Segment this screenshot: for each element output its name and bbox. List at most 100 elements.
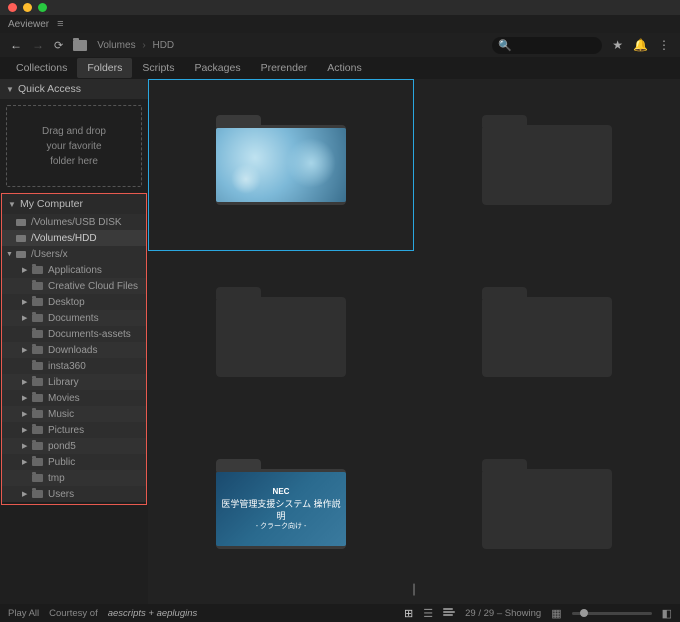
courtesy-label: Courtesy of	[49, 608, 98, 619]
volume-item-usb[interactable]: /Volumes/USB DISK	[2, 214, 146, 230]
folder-label: Applications	[48, 265, 102, 276]
folder-thumbnail: NEC 医学管理支援システム 操作説明 - クラーク向け -	[216, 472, 346, 546]
app-menu-button[interactable]: ≡	[57, 18, 63, 30]
user-root-label: /Users/x	[31, 249, 68, 260]
drop-line1: Drag and drop	[42, 124, 106, 139]
item-counter: 29 / 29 – Showing	[465, 608, 541, 619]
content-area: NEC 医学管理支援システム 操作説明 - クラーク向け - ┃	[148, 79, 680, 604]
folder-item-selected[interactable]	[148, 79, 414, 251]
brand-link[interactable]: aescripts + aeplugins	[108, 608, 198, 619]
folder-label: Music	[48, 409, 74, 420]
zoom-slider[interactable]	[572, 612, 652, 615]
sidebar-folder-item[interactable]: Pictures	[2, 422, 146, 438]
my-computer-label: My Computer	[20, 198, 83, 210]
sidebar-folder-item[interactable]: tmp	[2, 470, 146, 486]
maximize-window-button[interactable]	[38, 3, 47, 12]
chevron-right-icon	[22, 346, 30, 354]
folder-thumbnail	[216, 128, 346, 202]
sidebar-folder-item[interactable]: Public	[2, 454, 146, 470]
refresh-button[interactable]: ⟳	[54, 39, 63, 52]
folder-item[interactable]	[414, 251, 680, 423]
play-all-button[interactable]: Play All	[8, 608, 39, 619]
folder-icon-large	[482, 125, 612, 205]
user-root[interactable]: /Users/x	[2, 246, 146, 262]
folder-label: Users	[48, 489, 74, 500]
sidebar-folder-item[interactable]: Users	[2, 486, 146, 502]
folder-icon	[32, 378, 43, 386]
chevron-right-icon	[22, 266, 30, 274]
forward-button[interactable]: →	[32, 38, 44, 52]
minimize-window-button[interactable]	[23, 3, 32, 12]
my-computer-header[interactable]: My Computer	[2, 194, 146, 214]
drop-zone[interactable]: Drag and drop your favorite folder here	[6, 105, 142, 187]
volume-item-hdd[interactable]: /Volumes/HDD	[2, 230, 146, 246]
folder-icon	[32, 458, 43, 466]
layers-icon[interactable]	[443, 608, 455, 618]
sidebar-folder-item[interactable]: Desktop	[2, 294, 146, 310]
drop-line3: folder here	[50, 154, 98, 169]
search-input[interactable]: 🔍	[492, 37, 602, 54]
breadcrumb[interactable]: Volumes › HDD	[97, 40, 174, 51]
tab-collections[interactable]: Collections	[6, 58, 77, 78]
folder-label: tmp	[48, 473, 65, 484]
folder-icon	[32, 490, 43, 498]
folder-item[interactable]	[414, 423, 680, 595]
folder-icon-large	[216, 297, 346, 377]
quick-access-header[interactable]: Quick Access	[0, 79, 148, 99]
folder-icon	[32, 330, 43, 338]
favorite-icon[interactable]: ★	[612, 38, 623, 52]
layout-toggle[interactable]: ◧	[662, 607, 672, 620]
folder-label: Downloads	[48, 345, 97, 356]
folder-label: Library	[48, 377, 79, 388]
sidebar-folder-item[interactable]: Music	[2, 406, 146, 422]
grid-size-icon: ▦	[551, 607, 561, 620]
folder-icon	[32, 410, 43, 418]
close-window-button[interactable]	[8, 3, 17, 12]
sidebar-folder-item[interactable]: pond5	[2, 438, 146, 454]
sidebar-folder-item[interactable]: Creative Cloud Files	[2, 278, 146, 294]
view-grid-button[interactable]: ⊞	[404, 607, 413, 620]
folder-icon	[32, 346, 43, 354]
folder-label: insta360	[48, 361, 86, 372]
sidebar-folder-item[interactable]: insta360	[2, 358, 146, 374]
folder-icon	[32, 266, 43, 274]
folder-label: Movies	[48, 393, 80, 404]
sidebar-folder-item[interactable]: Downloads	[2, 342, 146, 358]
chevron-right-icon	[22, 378, 30, 386]
chevron-down-icon	[8, 200, 16, 209]
drive-icon	[16, 219, 26, 226]
view-list-button[interactable]: ☰	[423, 607, 433, 620]
notifications-icon[interactable]: 🔔	[633, 38, 648, 52]
statusbar: Play All Courtesy of aescripts + aeplugi…	[0, 604, 680, 622]
sidebar-folder-item[interactable]: Documents-assets	[2, 326, 146, 342]
tab-prerender[interactable]: Prerender	[251, 58, 318, 78]
chevron-right-icon	[22, 314, 30, 322]
folder-icon	[32, 282, 43, 290]
slider-thumb[interactable]	[580, 609, 588, 617]
sidebar-folder-item[interactable]: Documents	[2, 310, 146, 326]
tab-actions[interactable]: Actions	[317, 58, 371, 78]
back-button[interactable]: ←	[10, 38, 22, 52]
folder-item[interactable]: NEC 医学管理支援システム 操作説明 - クラーク向け -	[148, 423, 414, 595]
folder-icon	[32, 298, 43, 306]
folder-icon	[73, 40, 87, 51]
more-icon[interactable]: ⋮	[658, 38, 670, 52]
breadcrumb-current[interactable]: HDD	[152, 40, 174, 51]
sidebar-folder-item[interactable]: Applications	[2, 262, 146, 278]
folder-item[interactable]	[148, 251, 414, 423]
folder-icon	[32, 362, 43, 370]
chevron-right-icon	[22, 426, 30, 434]
sidebar-folder-item[interactable]: Movies	[2, 390, 146, 406]
tab-folders[interactable]: Folders	[77, 58, 132, 78]
sidebar-folder-item[interactable]: Library	[2, 374, 146, 390]
folder-item[interactable]	[414, 79, 680, 251]
folder-icon	[32, 394, 43, 402]
tab-packages[interactable]: Packages	[184, 58, 250, 78]
tab-scripts[interactable]: Scripts	[132, 58, 184, 78]
folder-icon	[32, 442, 43, 450]
chevron-right-icon	[22, 490, 30, 498]
chevron-down-icon	[6, 251, 14, 258]
chevron-right-icon	[22, 458, 30, 466]
breadcrumb-root[interactable]: Volumes	[97, 40, 135, 51]
tab-bar: Collections Folders Scripts Packages Pre…	[0, 57, 680, 79]
